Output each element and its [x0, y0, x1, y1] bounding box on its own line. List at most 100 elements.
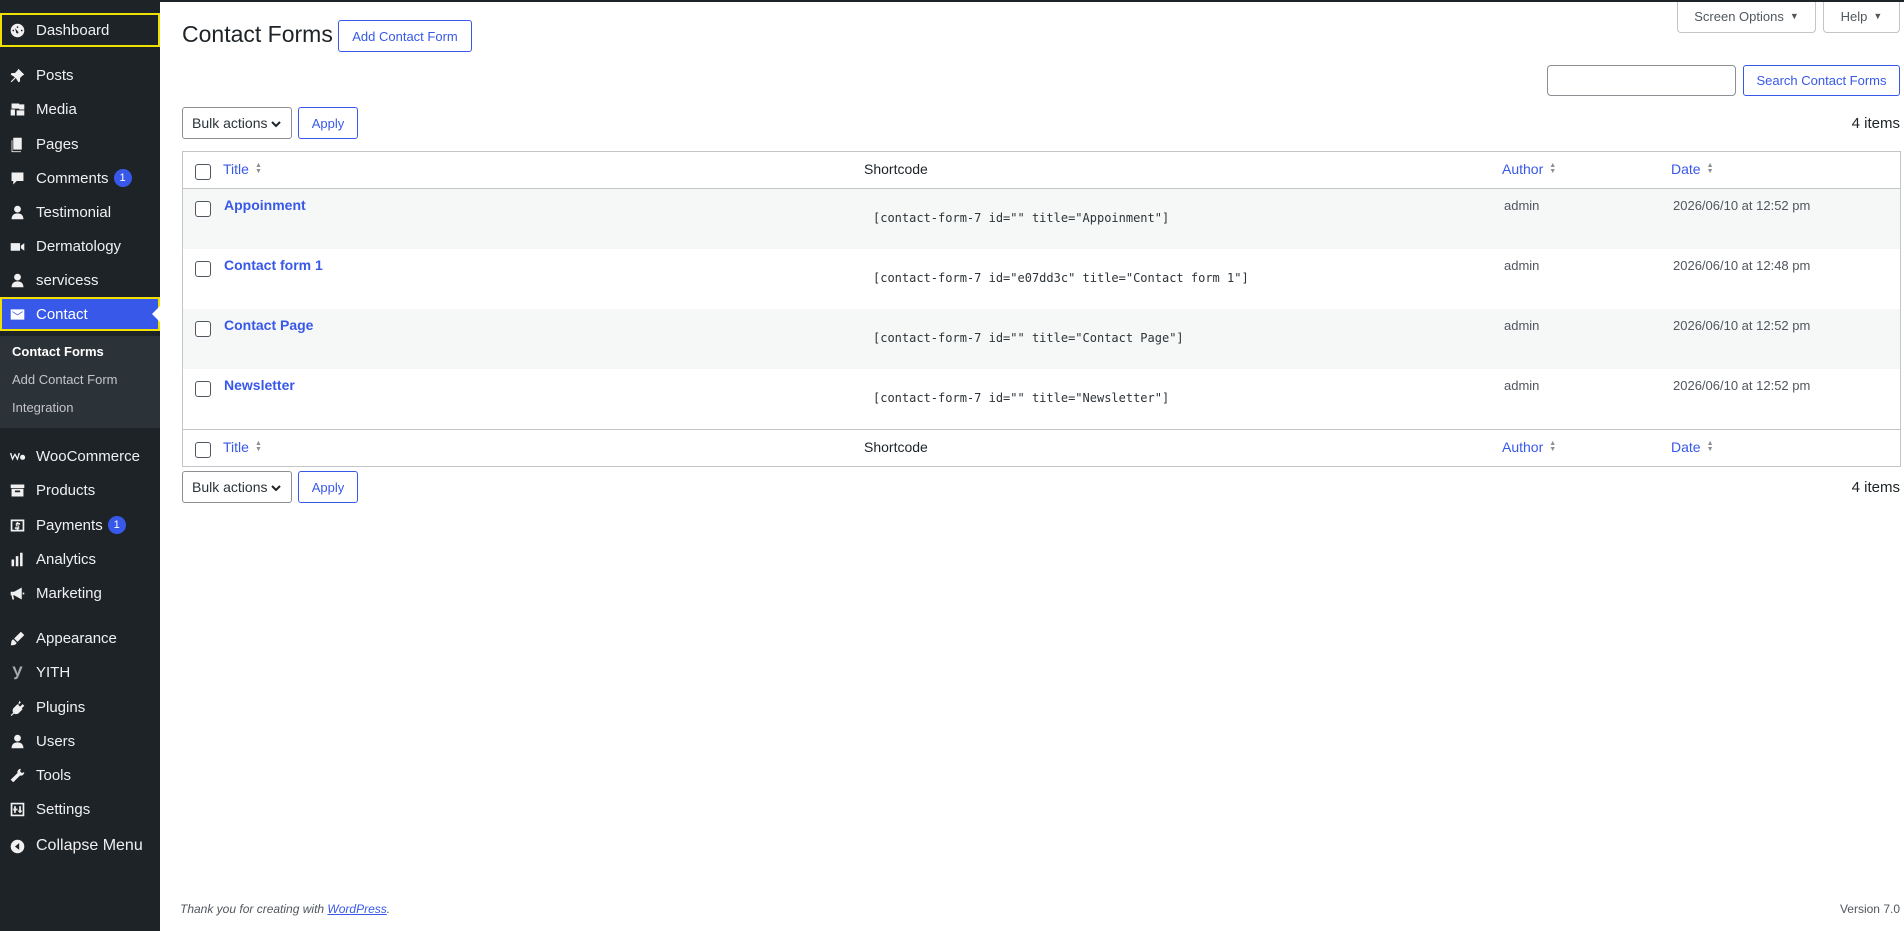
person-icon	[9, 733, 26, 750]
admin-sidebar: Dashboard Posts Media Pages Comments 1 T…	[0, 0, 160, 931]
author-text: admin	[1504, 318, 1540, 333]
menu-appearance[interactable]: Appearance	[0, 621, 160, 655]
comments-count-badge: 1	[113, 169, 132, 187]
mail-icon	[9, 306, 26, 323]
add-contact-form-button[interactable]: Add Contact Form	[338, 20, 472, 52]
menu-woocommerce[interactable]: WooCommerce	[0, 439, 160, 473]
menu-dermatology[interactable]: Dermatology	[0, 229, 160, 263]
column-shortcode: Shortcode	[864, 439, 928, 455]
help-button[interactable]: Help ▼	[1823, 0, 1900, 33]
column-title-sort[interactable]: Title ▲ ▼	[223, 439, 262, 455]
dashboard-icon	[9, 22, 26, 39]
row-checkbox[interactable]	[195, 321, 211, 337]
menu-label: Tools	[36, 766, 72, 784]
settings-icon	[9, 801, 26, 818]
menu-pages[interactable]: Pages	[0, 127, 160, 161]
pin-icon	[9, 67, 26, 84]
menu-label: Testimonial	[36, 203, 112, 221]
row-checkbox[interactable]	[195, 261, 211, 277]
table-row: Newsletter [contact-form-7 id="" title="…	[183, 369, 1900, 429]
column-date-sort[interactable]: Date ▲ ▼	[1671, 161, 1714, 177]
caret-down-icon: ▼	[1789, 11, 1799, 21]
menu-label: Products	[36, 481, 96, 499]
apply-button-bottom[interactable]: Apply	[298, 471, 358, 503]
row-checkbox[interactable]	[195, 381, 211, 397]
wordpress-link[interactable]: WordPress	[327, 902, 386, 916]
plugin-icon	[9, 699, 26, 716]
menu-label: Comments	[36, 169, 109, 187]
page-title: Contact Forms	[182, 21, 333, 47]
menu-dashboard[interactable]: Dashboard	[0, 13, 160, 47]
dollar-icon	[9, 517, 26, 534]
menu-comments[interactable]: Comments 1	[0, 161, 160, 195]
menu-label: Collapse Menu	[36, 837, 143, 854]
woo-icon	[9, 448, 26, 465]
column-date-sort[interactable]: Date ▲ ▼	[1671, 439, 1714, 455]
bulk-actions-select-bottom[interactable]: Bulk actions	[182, 471, 292, 503]
sort-icon: ▲ ▼	[254, 440, 262, 453]
column-author-sort[interactable]: Author ▲ ▼	[1502, 161, 1556, 177]
menu-marketing[interactable]: Marketing	[0, 576, 160, 610]
media-icon	[9, 101, 26, 118]
shortcode-text[interactable]: [contact-form-7 id="" title="Appoinment"…	[873, 211, 1169, 225]
author-text: admin	[1504, 198, 1540, 213]
collapse-menu-button[interactable]: Collapse Menu	[0, 829, 160, 863]
column-title-label: Title	[223, 161, 249, 177]
menu-media[interactable]: Media	[0, 92, 160, 126]
search-input[interactable]	[1547, 65, 1736, 96]
form-title-link[interactable]: Contact Page	[224, 317, 313, 333]
select-all-checkbox[interactable]	[195, 164, 211, 180]
menu-analytics[interactable]: Analytics	[0, 542, 160, 576]
date-text: 2026/06/10 at 12:52 pm	[1673, 318, 1811, 333]
menu-yith[interactable]: YITH	[0, 655, 160, 689]
menu-label: Payments	[36, 516, 103, 534]
submenu-add-contact-form[interactable]: Add Contact Form	[12, 372, 118, 387]
menu-products[interactable]: Products	[0, 473, 160, 507]
menu-settings[interactable]: Settings	[0, 792, 160, 826]
yith-icon	[9, 664, 26, 681]
video-icon	[9, 238, 26, 255]
row-checkbox[interactable]	[195, 201, 211, 217]
comment-icon	[9, 170, 26, 187]
shortcode-text[interactable]: [contact-form-7 id="" title="Contact Pag…	[873, 331, 1184, 345]
shortcode-text[interactable]: [contact-form-7 id="e07dd3c" title="Cont…	[873, 271, 1249, 285]
column-author-sort[interactable]: Author ▲ ▼	[1502, 439, 1556, 455]
apply-button[interactable]: Apply	[298, 107, 358, 139]
shortcode-text[interactable]: [contact-form-7 id="" title="Newsletter"…	[873, 391, 1169, 405]
column-date-label: Date	[1671, 439, 1701, 455]
menu-payments[interactable]: Payments 1	[0, 508, 160, 542]
menu-label: YITH	[36, 663, 71, 681]
bulk-actions-select[interactable]: Bulk actions	[182, 107, 292, 139]
menu-label: servicess	[36, 271, 99, 289]
menu-users[interactable]: Users	[0, 724, 160, 758]
menu-label: Pages	[36, 135, 79, 153]
date-text: 2026/06/10 at 12:52 pm	[1673, 198, 1811, 213]
menu-contact[interactable]: Contact	[0, 297, 160, 331]
archive-icon	[9, 482, 26, 499]
menu-testimonial[interactable]: Testimonial	[0, 195, 160, 229]
form-title-link[interactable]: Contact form 1	[224, 257, 323, 273]
author-text: admin	[1504, 378, 1540, 393]
brush-icon	[9, 630, 26, 647]
form-title-link[interactable]: Newsletter	[224, 377, 295, 393]
contact-submenu: Contact Forms Add Contact Form Integrati…	[0, 336, 160, 428]
column-title-sort[interactable]: Title ▲ ▼	[223, 161, 262, 177]
menu-tools[interactable]: Tools	[0, 758, 160, 792]
form-title-link[interactable]: Appoinment	[224, 197, 306, 213]
menu-label: Marketing	[36, 584, 102, 602]
submenu-integration[interactable]: Integration	[12, 400, 73, 415]
footer-thanks-suffix: .	[386, 902, 391, 916]
table-row: Appoinment [contact-form-7 id="" title="…	[183, 189, 1900, 249]
person-icon	[9, 204, 26, 221]
menu-posts[interactable]: Posts	[0, 58, 160, 92]
search-contact-forms-button[interactable]: Search Contact Forms	[1743, 65, 1900, 96]
column-shortcode: Shortcode	[864, 161, 928, 177]
bulk-actions-label: Bulk actions	[192, 479, 268, 495]
submenu-contact-forms[interactable]: Contact Forms	[12, 344, 104, 359]
footer-thanks: Thank you for creating with WordPress.	[180, 902, 390, 916]
screen-options-label: Screen Options	[1694, 8, 1784, 24]
select-all-checkbox-bottom[interactable]	[195, 442, 211, 458]
screen-options-button[interactable]: Screen Options ▼	[1677, 0, 1816, 33]
menu-plugins[interactable]: Plugins	[0, 690, 160, 724]
menu-servicess[interactable]: servicess	[0, 263, 160, 297]
